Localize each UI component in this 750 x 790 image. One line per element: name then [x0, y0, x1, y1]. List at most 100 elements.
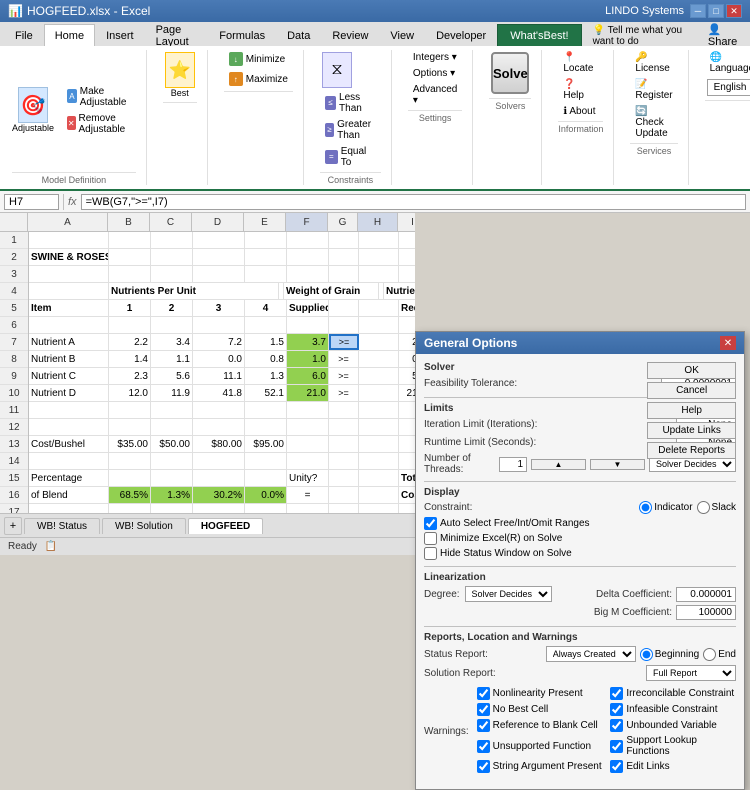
slack-radio[interactable] [697, 501, 710, 514]
cell-d8[interactable]: 0.0 [193, 351, 245, 367]
infeasible-checkbox[interactable] [610, 703, 623, 716]
cell-g9[interactable]: >= [329, 368, 359, 384]
no-best-checkbox[interactable] [477, 703, 490, 716]
cell-c1[interactable] [151, 232, 193, 248]
cell-h6[interactable] [359, 317, 399, 333]
cell-c3[interactable] [151, 266, 193, 282]
tab-whats-best[interactable]: What'sBest! [497, 24, 581, 46]
cell-h1[interactable] [359, 232, 399, 248]
cell-e7[interactable]: 1.5 [245, 334, 287, 350]
cell-g8[interactable]: >= [329, 351, 359, 367]
cell-i5[interactable]: Req'd [399, 300, 415, 316]
cell-f9[interactable]: 6.0 [287, 368, 329, 384]
minimize-button[interactable]: ─ [690, 4, 706, 18]
cell-b3[interactable] [109, 266, 151, 282]
edit-links-checkbox[interactable] [610, 760, 623, 773]
tab-data[interactable]: Data [276, 24, 321, 46]
cell-b2[interactable] [109, 249, 151, 265]
cell-d6[interactable] [193, 317, 245, 333]
cell-h7[interactable] [359, 334, 399, 350]
update-links-button[interactable]: Update Links [647, 422, 736, 439]
cell-c10[interactable]: 11.9 [151, 385, 193, 401]
general-options-dialog[interactable]: General Options ✕ OK Cancel Help Update … [415, 331, 745, 790]
delta-input[interactable] [676, 587, 736, 602]
cell-i10[interactable]: 21.0 [399, 385, 415, 401]
cell-i15[interactable]: Total [399, 470, 415, 486]
cell-e1[interactable] [245, 232, 287, 248]
beginning-radio-label[interactable]: Beginning [640, 648, 699, 661]
language-button[interactable]: 🌐 Language [705, 50, 750, 76]
cell-a1[interactable] [29, 232, 109, 248]
cell-a7[interactable]: Nutrient A [29, 334, 109, 350]
cell-i8[interactable]: 0.7 [399, 351, 415, 367]
dialog-close-button[interactable]: ✕ [720, 336, 736, 350]
cell-e2[interactable] [245, 249, 287, 265]
cell-e9[interactable]: 1.3 [245, 368, 287, 384]
rh-5[interactable]: 5 [0, 300, 28, 317]
indicator-radio-label[interactable]: Indicator [639, 501, 692, 514]
cell-a13[interactable]: Cost/Bushel [29, 436, 109, 452]
col-header-d[interactable]: D [192, 213, 244, 231]
about-button[interactable]: ℹ About [558, 104, 603, 119]
cell-b1[interactable] [109, 232, 151, 248]
cell-a4[interactable] [29, 283, 109, 299]
rh-13[interactable]: 13 [0, 436, 28, 453]
rh-15[interactable]: 15 [0, 470, 28, 487]
cell-f8[interactable]: 1.0 [287, 351, 329, 367]
remove-adjustable-button[interactable]: ✕ Remove Adjustable [62, 111, 136, 137]
col-header-h[interactable]: H [358, 213, 398, 231]
rh-3[interactable]: 3 [0, 266, 28, 283]
make-adjustable-button[interactable]: A Make Adjustable [62, 84, 136, 110]
rh-8[interactable]: 8 [0, 351, 28, 368]
cell-d4[interactable]: Weight of Grain [284, 283, 379, 299]
dialog-title-bar[interactable]: General Options ✕ [416, 332, 744, 354]
unbounded-checkbox[interactable] [610, 719, 623, 732]
cell-a9[interactable]: Nutrient C [29, 368, 109, 384]
cell-i7[interactable]: 2.4 [399, 334, 415, 350]
greater-than-button[interactable]: ≥ Greater Than [320, 117, 381, 143]
threads-up[interactable]: ▲ [531, 459, 586, 470]
cell-e16[interactable]: 0.0% [245, 487, 287, 503]
cell-d10[interactable]: 41.8 [193, 385, 245, 401]
language-select[interactable]: English [707, 79, 750, 96]
cell-a10[interactable]: Nutrient D [29, 385, 109, 401]
maximize-button[interactable]: □ [708, 4, 724, 18]
col-header-f[interactable]: F [286, 213, 328, 231]
tab-insert[interactable]: Insert [95, 24, 145, 46]
window-controls[interactable]: LINDO Systems ─ □ ✕ [601, 4, 742, 18]
cancel-button[interactable]: Cancel [647, 382, 736, 399]
cell-f3[interactable] [287, 266, 329, 282]
cell-c16[interactable]: 1.3% [151, 487, 193, 503]
cell-d7[interactable]: 7.2 [193, 334, 245, 350]
cell-a16[interactable]: of Blend [29, 487, 109, 503]
cell-b6[interactable] [109, 317, 151, 333]
rh-14[interactable]: 14 [0, 453, 28, 470]
cell-g3[interactable] [329, 266, 359, 282]
tab-review[interactable]: Review [321, 24, 379, 46]
maximize-button[interactable]: ↑ Maximize [224, 70, 293, 89]
locate-button[interactable]: 📍 Locate [558, 50, 603, 76]
help-button[interactable]: ❓ Help [558, 77, 603, 103]
cell-c2[interactable] [151, 249, 193, 265]
tab-share[interactable]: 👤 Share [697, 24, 750, 46]
cell-f5[interactable]: Supplied [287, 300, 329, 316]
cell-d16[interactable]: 30.2% [193, 487, 245, 503]
cell-a2[interactable]: SWINE & ROSES Hog Farm [29, 249, 109, 265]
cell-a5[interactable]: Item [29, 300, 109, 316]
cell-d13[interactable]: $80.00 [193, 436, 245, 452]
cell-f7[interactable]: 3.7 [287, 334, 329, 350]
rh-4[interactable]: 4 [0, 283, 28, 300]
cell-f2[interactable] [287, 249, 329, 265]
rh-16[interactable]: 16 [0, 487, 28, 504]
cell-i16[interactable]: Cost [399, 487, 415, 503]
col-header-b[interactable]: B [108, 213, 150, 231]
integers-button[interactable]: Integers ▾ [408, 50, 462, 65]
cell-c9[interactable]: 5.6 [151, 368, 193, 384]
cell-f6[interactable] [287, 317, 329, 333]
cell-e6[interactable] [245, 317, 287, 333]
equal-to-button[interactable]: = Equal To [320, 144, 381, 170]
rh-10[interactable]: 10 [0, 385, 28, 402]
cell-g5[interactable] [329, 300, 359, 316]
cell-a8[interactable]: Nutrient B [29, 351, 109, 367]
rh-1[interactable]: 1 [0, 232, 28, 249]
